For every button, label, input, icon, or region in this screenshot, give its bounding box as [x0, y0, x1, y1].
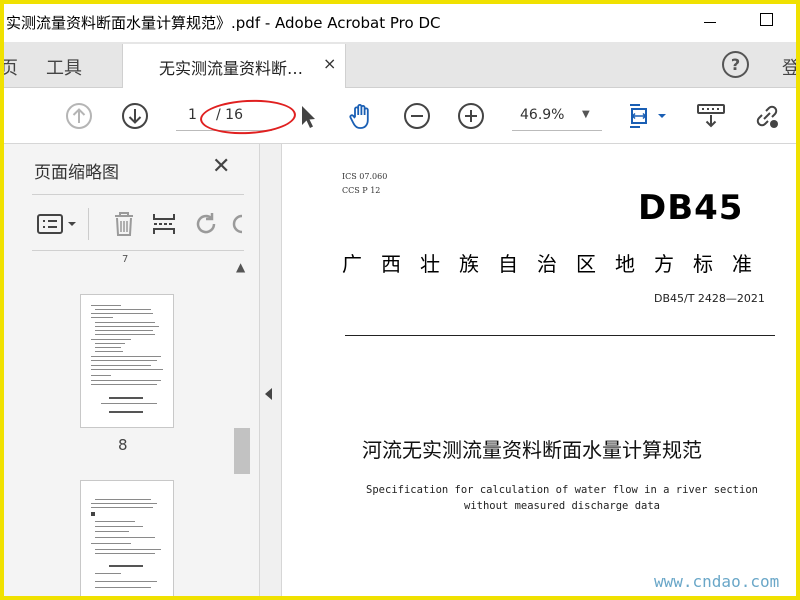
tab-home[interactable]: 页 — [4, 54, 18, 80]
page-thumbnail[interactable] — [80, 480, 174, 596]
tab-tools[interactable]: 工具 — [46, 54, 82, 80]
tab-document[interactable]: 无实测流量资料断… × — [122, 44, 346, 88]
fit-page-icon[interactable] — [626, 101, 670, 131]
toolbar: 1 / 16 46.9% ▼ — [4, 88, 796, 144]
maximize-button[interactable] — [760, 13, 773, 26]
window-title: 实测流量资料断面水量计算规范》.pdf - Adobe Acrobat Pro … — [6, 14, 441, 32]
thumbnail-scrollbar[interactable]: ▲ — [232, 256, 252, 596]
scrollbar-thumb[interactable] — [234, 428, 250, 474]
panel-close-icon[interactable]: ✕ — [212, 154, 230, 179]
panel-divider — [32, 194, 244, 195]
minimize-button[interactable] — [700, 12, 720, 32]
ics-code: ICS 07.060 — [342, 172, 388, 181]
tab-close-icon[interactable]: × — [323, 54, 336, 73]
tab-bar: 页 工具 无实测流量资料断… × ? 登 — [4, 42, 796, 88]
document-title-en: Specification for calculation of water f… — [366, 484, 758, 512]
ccs-code: CCS P 12 — [342, 186, 381, 195]
collapse-arrow-icon — [265, 388, 272, 400]
standard-code-logo: DB45 — [638, 188, 744, 228]
document-page: ICS 07.060 CCS P 12 DB45 广西壮族自治区地方标准 DB4… — [282, 144, 796, 596]
watermark: www.cndao.com — [654, 572, 780, 591]
rotate-page-partial-icon[interactable] — [232, 210, 244, 238]
prev-page-icon[interactable] — [64, 101, 94, 131]
standard-number: DB45/T 2428—2021 — [654, 292, 765, 305]
header-rule — [345, 335, 775, 336]
app-window: 实测流量资料断面水量计算规范》.pdf - Adobe Acrobat Pro … — [4, 4, 796, 596]
title-bar: 实测流量资料断面水量计算规范》.pdf - Adobe Acrobat Pro … — [4, 4, 796, 42]
thumbnail-label: 7 — [122, 254, 129, 265]
zoom-out-icon[interactable] — [402, 101, 432, 131]
tab-document-label: 无实测流量资料断… — [159, 59, 304, 78]
rotate-page-icon[interactable] — [192, 210, 220, 238]
document-title-cn: 河流无实测流量资料断面水量计算规范 — [362, 438, 702, 462]
page-thumbnails-panel: 页面缩略图 ✕ 7 8 ▲ — [4, 144, 260, 596]
zoom-in-icon[interactable] — [456, 101, 486, 131]
page-current-input[interactable]: 1 — [188, 107, 197, 123]
standard-category-title: 广西壮族自治区地方标准 — [342, 252, 771, 276]
zoom-dropdown[interactable]: 46.9% ▼ — [512, 101, 602, 131]
thumbnail-page-number: 8 — [118, 436, 128, 454]
toolbar-divider — [88, 208, 89, 240]
select-cursor-icon[interactable] — [292, 101, 322, 131]
panel-title: 页面缩略图 — [34, 163, 119, 183]
hand-tool-icon[interactable] — [346, 101, 376, 131]
next-page-icon[interactable] — [120, 101, 150, 131]
page-thumbnail[interactable] — [80, 294, 174, 428]
panel-divider — [32, 250, 244, 251]
zoom-value: 46.9% — [520, 107, 565, 123]
link-icon[interactable] — [752, 101, 782, 131]
scroll-mode-icon[interactable] — [696, 101, 726, 131]
zoom-underline — [512, 130, 602, 131]
help-icon[interactable]: ? — [722, 51, 749, 78]
delete-page-icon[interactable] — [110, 210, 138, 238]
thumbnail-options-icon[interactable] — [36, 212, 80, 236]
panel-collapse-handle[interactable] — [260, 144, 282, 596]
chevron-up-icon[interactable]: ▲ — [236, 260, 245, 274]
login-button[interactable]: 登 — [782, 54, 796, 80]
chevron-down-icon: ▼ — [582, 109, 590, 120]
insert-page-icon[interactable] — [150, 210, 178, 238]
thumbnail-toolbar — [32, 204, 244, 244]
